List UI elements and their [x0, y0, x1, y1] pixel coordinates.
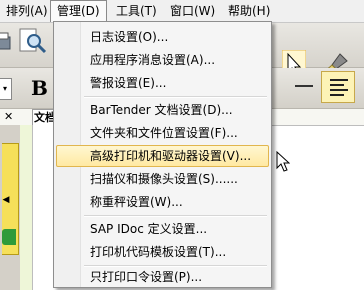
- manage-menu: 日志设置(O)... 应用程序消息设置(A)... 警报设置(E)... Bar…: [53, 21, 272, 288]
- menu-item-label: 文件夹和文件位置设置(F)...: [90, 126, 238, 140]
- menu-item-label: 日志设置(O)...: [90, 30, 169, 44]
- menu-item-app-message-settings[interactable]: 应用程序消息设置(A)...: [56, 49, 269, 71]
- menu-item-label: 只打印口令设置(P)...: [90, 270, 203, 284]
- menu-item-printer-code-template-settings[interactable]: 打印机代码模板设置(T)...: [56, 241, 269, 263]
- menu-manage[interactable]: 管理(D): [50, 0, 107, 22]
- menu-separator: [84, 265, 267, 267]
- menu-item-label: 高级打印机和驱动器设置(V)...: [90, 149, 252, 163]
- menu-window[interactable]: 窗口(W): [164, 0, 221, 22]
- bold-button[interactable]: B: [31, 76, 48, 100]
- menu-item-label: SAP IDoc 定义设置...: [90, 222, 208, 236]
- mouse-pointer-icon: [276, 151, 290, 172]
- menu-item-sap-idoc-settings[interactable]: SAP IDoc 定义设置...: [56, 218, 269, 240]
- line-icon[interactable]: [295, 85, 313, 87]
- menu-item-label: BarTender 文档设置(D)...: [90, 103, 233, 117]
- menu-item-label: 扫描仪和摄像头设置(S)......: [90, 172, 238, 186]
- menu-item-scanner-camera-settings[interactable]: 扫描仪和摄像头设置(S)......: [56, 168, 269, 190]
- printer-icon[interactable]: [0, 29, 12, 55]
- font-dropdown-arrow-icon[interactable]: ▾: [0, 78, 12, 100]
- menu-separator: [84, 96, 267, 98]
- vertical-ruler: [20, 125, 33, 290]
- refresh-icon[interactable]: [2, 229, 16, 245]
- menu-item-label: 打印机代码模板设置(T)...: [90, 245, 227, 259]
- menu-help[interactable]: 帮助(H): [222, 0, 276, 22]
- menu-item-label: 应用程序消息设置(A)...: [90, 53, 216, 67]
- menu-item-document-settings[interactable]: BarTender 文档设置(D)...: [56, 99, 269, 121]
- menu-separator: [84, 215, 267, 217]
- menu-arrange[interactable]: 排列(A): [0, 0, 54, 22]
- menu-item-scale-settings[interactable]: 称重秤设置(W)...: [56, 191, 269, 213]
- menu-item-log-settings[interactable]: 日志设置(O)...: [56, 26, 269, 48]
- close-tab-icon[interactable]: ✕: [4, 109, 13, 125]
- menu-item-printer-driver-settings[interactable]: 高级打印机和驱动器设置(V)...: [56, 145, 269, 167]
- menu-bar: 排列(A) 管理(D) 工具(T) 窗口(W) 帮助(H): [0, 0, 364, 23]
- align-left-button[interactable]: [321, 71, 355, 103]
- menu-item-label: 称重秤设置(W)...: [90, 195, 183, 209]
- print-preview-icon[interactable]: [18, 27, 48, 57]
- collapse-arrow-icon[interactable]: ◀: [0, 191, 12, 209]
- menu-item-print-only-password-settings[interactable]: 只打印口令设置(P)...: [56, 268, 269, 286]
- menu-item-label: 警报设置(E)...: [90, 76, 167, 90]
- menu-item-folder-settings[interactable]: 文件夹和文件位置设置(F)...: [56, 122, 269, 144]
- menu-item-alert-settings[interactable]: 警报设置(E)...: [56, 72, 269, 94]
- menu-tools[interactable]: 工具(T): [110, 0, 163, 22]
